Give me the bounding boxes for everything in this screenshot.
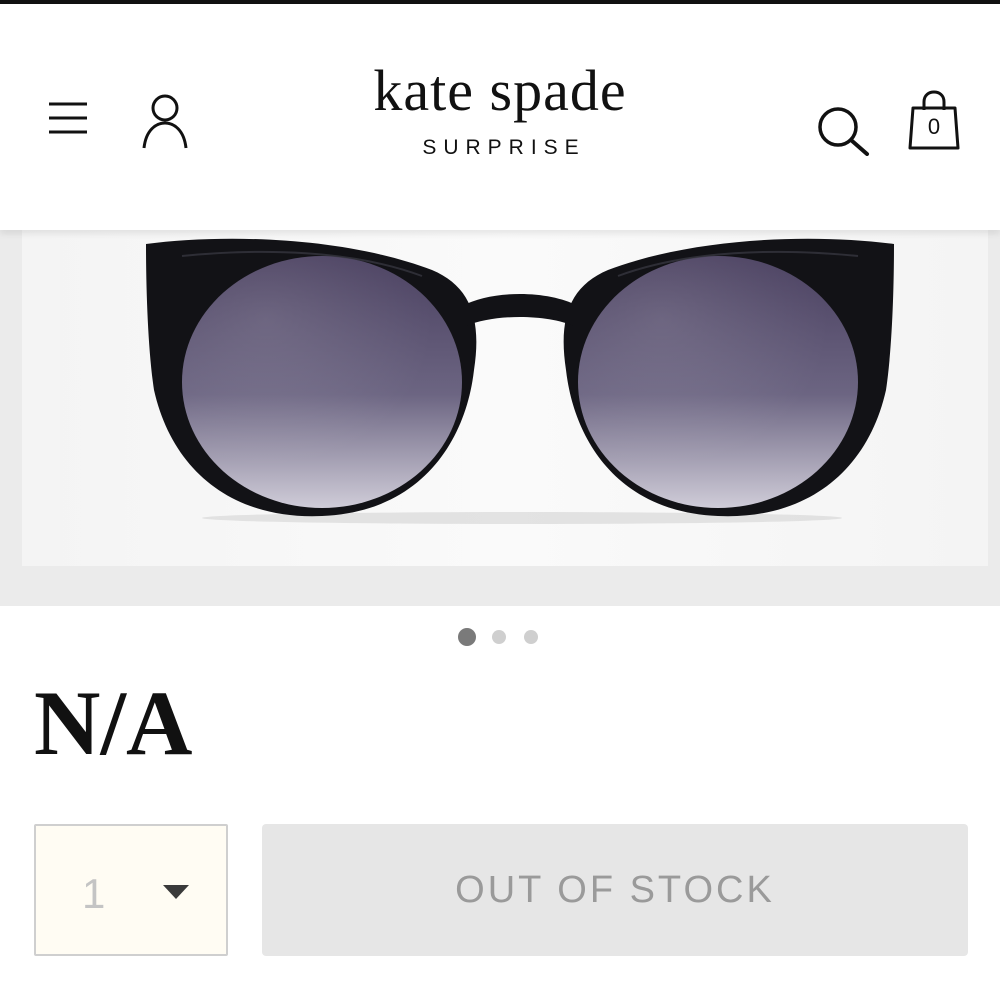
search-icon[interactable] — [814, 104, 872, 156]
brand-name: kate spade — [373, 58, 627, 123]
gallery-pagination — [0, 626, 1000, 648]
hamburger-menu-icon[interactable] — [46, 100, 90, 136]
quantity-select[interactable]: 1 — [34, 824, 228, 956]
bag-count-badge: 0 — [927, 114, 941, 139]
shopping-bag-icon[interactable]: 0 — [906, 90, 962, 152]
out-of-stock-button[interactable]: OUT OF STOCK — [262, 824, 968, 956]
user-account-icon[interactable] — [140, 92, 190, 150]
brand-logo[interactable]: kate spade SURPRISE — [300, 56, 700, 160]
quantity-value: 1 — [82, 870, 106, 917]
site-header: kate spade SURPRISE 0 — [0, 4, 1000, 230]
gallery-dot-1[interactable] — [458, 628, 476, 646]
chevron-down-icon — [163, 885, 189, 899]
gallery-dot-3[interactable] — [524, 630, 538, 644]
gallery-dot-2[interactable] — [492, 630, 506, 644]
brand-subtitle: SURPRISE — [422, 136, 586, 159]
product-title: N/A — [34, 672, 193, 774]
product-image-sunglasses[interactable] — [22, 230, 988, 566]
